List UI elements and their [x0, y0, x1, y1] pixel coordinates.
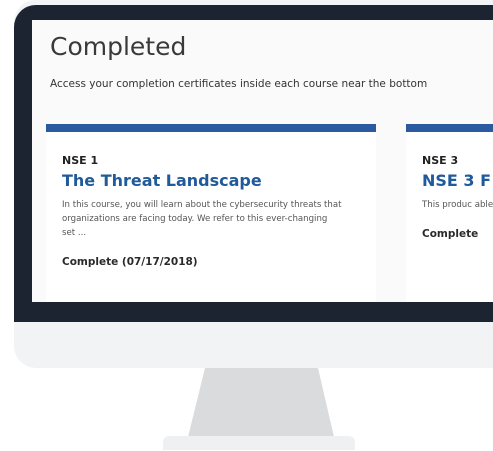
monitor-base [163, 436, 355, 450]
monitor-neck [188, 368, 334, 437]
monitor-mockup: Completed Access your completion certifi… [0, 0, 493, 451]
monitor-stand [188, 368, 334, 437]
